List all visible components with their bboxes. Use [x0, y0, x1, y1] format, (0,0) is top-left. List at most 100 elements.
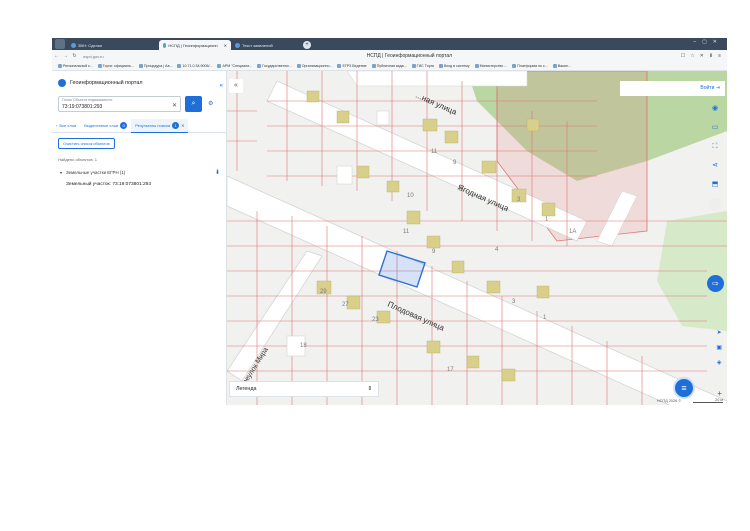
bookmark-item[interactable]: ГИС Торги: [411, 64, 434, 68]
svg-text:23: 23: [372, 317, 379, 323]
login-button[interactable]: Войти ⇥: [620, 81, 725, 96]
back-icon[interactable]: ←: [52, 53, 61, 59]
portal-title: Геоинформационный портал: [70, 80, 143, 86]
collapse-panel-icon[interactable]: «: [229, 79, 243, 93]
share-icon[interactable]: ⋖: [709, 160, 721, 172]
result-group[interactable]: ▾ Земельные участки ЕГРН (1) ⬇: [60, 169, 220, 176]
svg-text:27: 27: [342, 302, 349, 308]
window-controls[interactable]: –▢✕: [693, 39, 723, 45]
search-input[interactable]: [62, 104, 162, 110]
svg-text:1А: 1А: [569, 229, 576, 235]
export-button[interactable]: ⇨: [707, 275, 724, 292]
layers-icon[interactable]: [708, 198, 722, 211]
compass-icon[interactable]: ◈: [717, 359, 722, 366]
tab-close-icon[interactable]: ✕: [224, 43, 227, 48]
clear-search-icon[interactable]: ✕: [172, 102, 177, 109]
url-field[interactable]: nspd.gov.ru: [83, 54, 138, 59]
street-label-north: ...ная улица: [414, 91, 458, 117]
window-menu-icon[interactable]: [55, 39, 65, 49]
zoom-in-icon[interactable]: +: [717, 389, 722, 398]
road-mira: [227, 250, 323, 382]
location-pin-icon[interactable]: ◉: [709, 103, 721, 115]
browser-toolbar: ☐ ☆ ✕ ⬇ ≡: [681, 53, 721, 59]
measure-icon[interactable]: ⬒: [709, 179, 721, 191]
bookmark-item[interactable]: Региональный к...: [58, 64, 93, 68]
tab-selected-layers[interactable]: Выделенные слои 0: [80, 119, 131, 133]
cadastral-search-field[interactable]: Поиск Объекта недвижимости ✕: [58, 96, 181, 112]
bookmark-favicon-icon: [371, 64, 376, 68]
navigate-icon[interactable]: ➤: [717, 329, 722, 336]
bookmark-item[interactable]: Министерство ...: [474, 64, 507, 68]
reload-icon[interactable]: ↻: [70, 53, 79, 59]
legend-label: Легенда: [236, 386, 257, 392]
road-north: [346, 71, 528, 87]
expand-icon: ⇕: [367, 386, 372, 392]
bookmark-item[interactable]: АРМ "Специали...: [217, 64, 252, 68]
search-button[interactable]: ⌕: [185, 96, 202, 112]
tab-deals[interactable]: ЗВН: Сделки: [67, 40, 159, 50]
print-icon[interactable]: ▣: [716, 344, 722, 351]
map-tools: ◉ ▭ ⛶ ⋖ ⬒: [708, 103, 722, 211]
star-icon[interactable]: ☆: [690, 53, 694, 59]
filter-icon[interactable]: ⚙: [208, 100, 213, 107]
bookmark-favicon-icon: [337, 64, 342, 68]
basemap-icon[interactable]: ▭: [709, 122, 721, 134]
tab-nspd[interactable]: НСПД | Геоинформационн ✕: [159, 40, 231, 50]
bookmark-item[interactable]: Торги: официаль...: [97, 64, 134, 68]
bookmark-item[interactable]: Вакан...: [552, 64, 571, 68]
bookmark-item[interactable]: 10.71.0.34:9006/...: [177, 64, 212, 68]
map-scale: 20 м: [693, 398, 723, 403]
bookmark-favicon-icon: [58, 64, 62, 68]
chat-button[interactable]: ≡: [673, 377, 695, 399]
group-label: Земельные участки ЕГРН (1): [66, 170, 126, 175]
bookmark-favicon-icon: [257, 64, 262, 68]
collapse-panel-icon[interactable]: «: [220, 83, 223, 89]
svg-text:3: 3: [512, 299, 516, 305]
tab-favicon-icon: [163, 42, 167, 48]
bookmark-item[interactable]: Публичная када...: [371, 64, 407, 68]
map-view[interactable]: 11 9 3 8 11 9 4 1 1А 29 27 23 17 3 1 18 10 Ягодная …: [227, 71, 727, 405]
count-badge: 1: [172, 121, 180, 129]
bookmark-icon[interactable]: ☐: [681, 53, 685, 59]
bookmark-favicon-icon: [217, 64, 222, 68]
bookmark-favicon-icon: [552, 64, 557, 68]
menu-icon[interactable]: ≡: [718, 53, 721, 59]
bookmark-item[interactable]: Организационно...: [296, 64, 332, 68]
svg-text:18: 18: [300, 343, 307, 349]
legend-toggle[interactable]: Легенда ⇕: [229, 381, 379, 397]
bookmark-item[interactable]: ЕГРЗ Ведение: [337, 64, 367, 68]
extensions-icon[interactable]: ✕: [700, 53, 704, 59]
bookmarks-bar: Региональный к... Торги: официаль... Про…: [52, 62, 727, 71]
bookmark-favicon-icon: [411, 64, 416, 68]
bookmark-item[interactable]: Платформа по с...: [512, 64, 548, 68]
tab-label: ЗВН: Сделки: [78, 42, 102, 48]
page-title: НСПД | Геоинформационный портал: [366, 53, 453, 59]
svg-text:29: 29: [320, 289, 327, 295]
download-icon[interactable]: ⬇: [709, 53, 713, 59]
bookmark-favicon-icon: [474, 64, 479, 68]
selected-parcel[interactable]: [378, 250, 426, 288]
tab-all-layers[interactable]: ‹ Все слои: [52, 119, 80, 133]
svg-text:9: 9: [432, 249, 436, 255]
download-icon[interactable]: ⬇: [215, 169, 220, 176]
map-canvas[interactable]: 1193 8119 411А 292723 1731 1810 Ягодная …: [227, 71, 727, 405]
found-count: Найдено объектов: 1: [58, 157, 97, 162]
result-item[interactable]: Земельный участок: 73:19:073801:293: [66, 182, 151, 187]
bookmark-item[interactable]: Процедура | Ав...: [138, 64, 172, 68]
svg-text:17: 17: [447, 367, 454, 373]
bookmark-favicon-icon: [296, 64, 301, 68]
bookmark-item[interactable]: Государственно...: [257, 64, 292, 68]
bookmark-favicon-icon: [439, 64, 444, 68]
bookmark-item[interactable]: Вход в систему: [439, 64, 470, 68]
close-tab-icon[interactable]: ✕: [181, 123, 184, 128]
fullscreen-icon[interactable]: ⛶: [709, 141, 721, 153]
bookmark-favicon-icon: [177, 64, 182, 68]
tab-search-results[interactable]: Результаты поиска 1 ✕: [131, 118, 189, 133]
forward-icon[interactable]: →: [61, 53, 70, 59]
tab-applications[interactable]: Текст заявлений: [231, 40, 299, 50]
portal-header: Геоинформационный портал: [58, 79, 142, 87]
clear-objects-button[interactable]: Очистить список объектов: [58, 138, 115, 149]
new-tab-button[interactable]: +: [303, 41, 311, 49]
panel-tabs: ‹ Все слои Выделенные слои 0 Результаты …: [52, 118, 227, 133]
svg-text:4: 4: [495, 247, 499, 253]
